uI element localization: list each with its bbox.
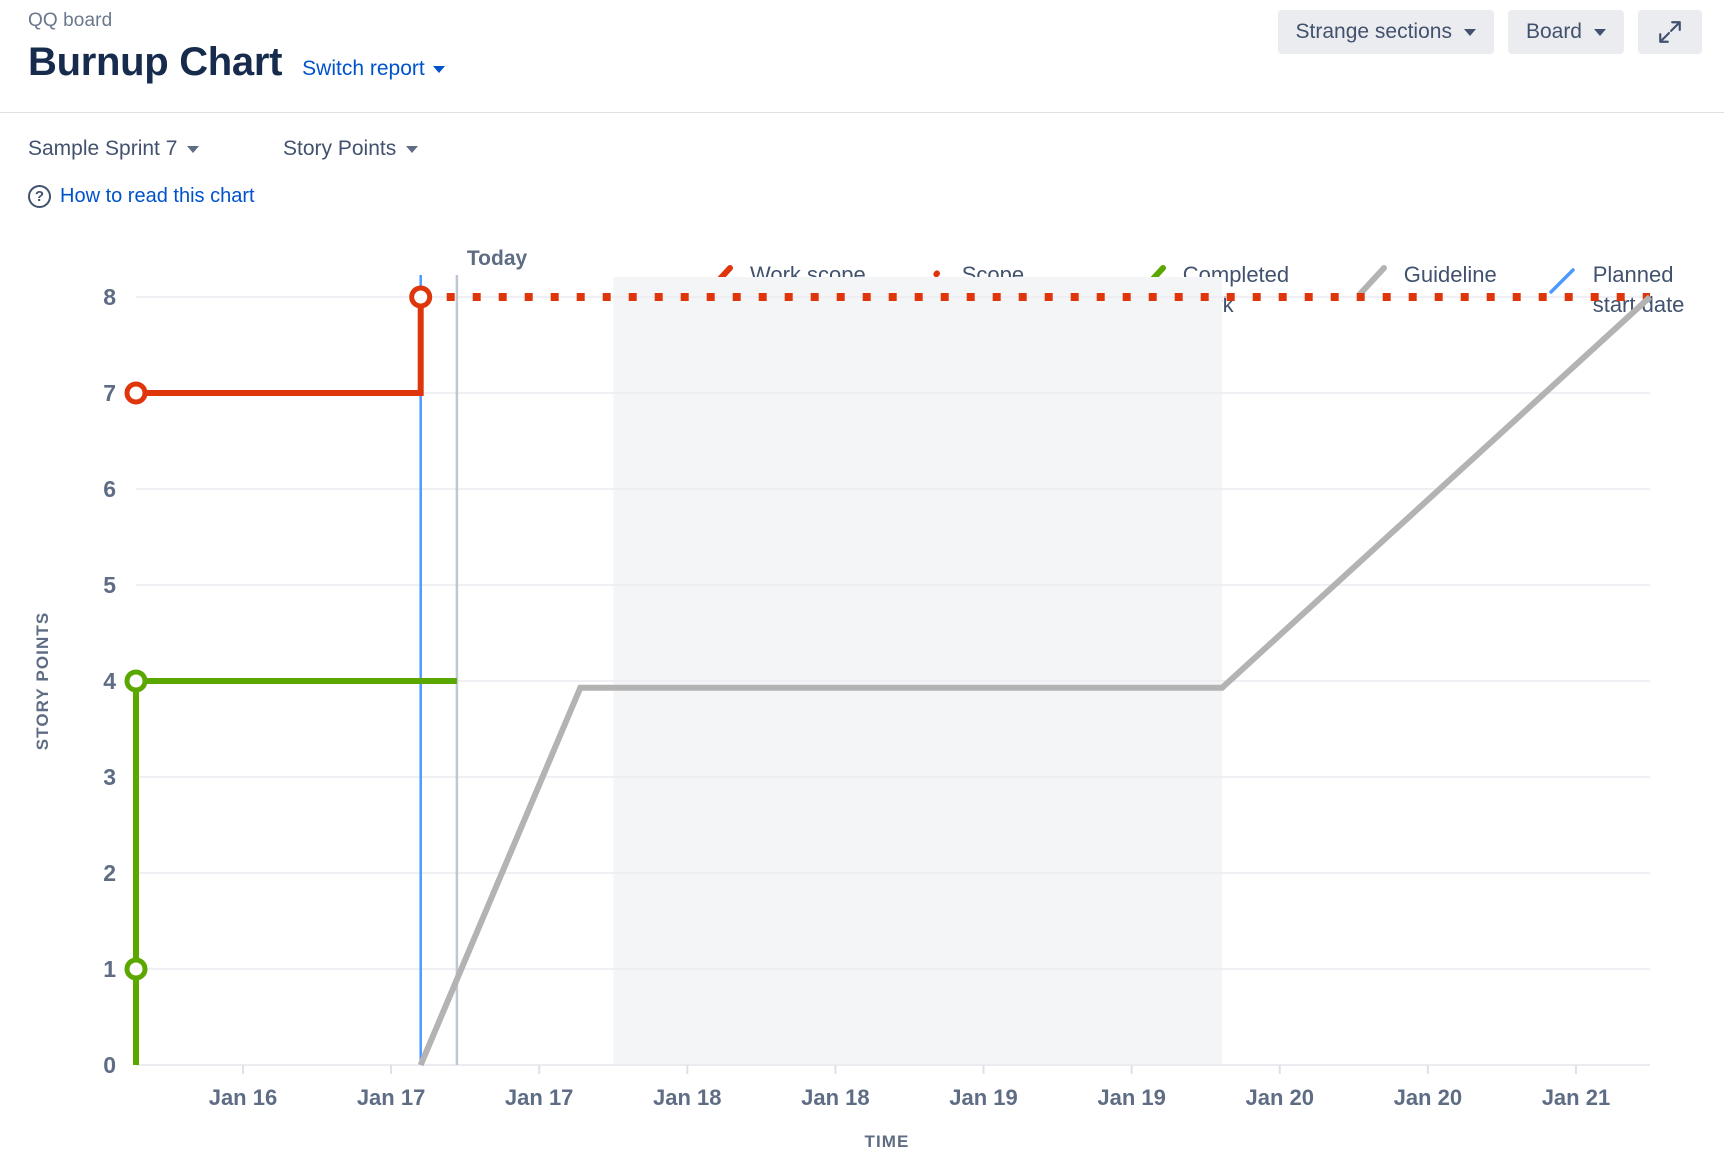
y-tick-label: 4 [103,668,116,694]
question-circle-icon: ? [28,185,51,208]
breadcrumb[interactable]: QQ board [28,10,112,32]
chevron-down-icon [1464,29,1476,36]
chevron-down-icon [406,146,418,153]
expand-icon [1657,19,1683,45]
chevron-down-icon [1594,29,1606,36]
x-tick-label: Jan 18 [653,1085,722,1110]
x-tick-label: Jan 21 [1542,1085,1611,1110]
x-tick-label: Jan 16 [209,1085,278,1110]
today-label: Today [467,247,528,270]
y-tick-label: 0 [103,1052,116,1078]
y-axis-title: STORY POINTS [33,612,52,751]
y-tick-label: 3 [103,764,116,790]
x-tick-label: Jan 17 [357,1085,426,1110]
weekend-band [613,277,1222,1065]
x-axis-title: TIME [864,1132,909,1151]
x-tick-label: Jan 18 [801,1085,870,1110]
x-tick-label: Jan 19 [1097,1085,1166,1110]
strange-sections-label: Strange sections [1296,20,1452,44]
controls-row: Sample Sprint 7 Story Points ? How to re… [0,125,1724,230]
unit-select[interactable]: Story Points [283,137,418,161]
how-to-read-label: How to read this chart [60,185,255,208]
sprint-select-label: Sample Sprint 7 [28,137,177,161]
y-tick-label: 1 [103,956,116,982]
y-tick-label: 6 [103,476,116,502]
unit-select-label: Story Points [283,137,396,161]
page-header: QQ board Burnup Chart Switch report Stra… [0,0,1724,113]
switch-report-label: Switch report [302,57,425,81]
strange-sections-button[interactable]: Strange sections [1278,10,1494,54]
x-tick-label: Jan 19 [949,1085,1018,1110]
y-tick-label: 5 [103,572,116,598]
y-tick-label: 8 [103,284,116,310]
chevron-down-icon [187,146,199,153]
expand-button[interactable] [1638,10,1702,54]
data-point-marker[interactable] [412,288,430,306]
y-tick-label: 2 [103,860,116,886]
data-point-marker[interactable] [127,384,145,402]
chevron-down-icon [433,66,445,73]
x-tick-label: Jan 20 [1394,1085,1463,1110]
y-tick-label: 7 [103,380,116,406]
series-line-work-scope [136,297,421,393]
title-row: Burnup Chart Switch report [28,42,445,82]
header-actions: Strange sections Board [1278,10,1702,54]
board-label: Board [1526,20,1582,44]
chart-svg: 0 1 2 3 4 5 6 7 8 Jan 16 Jan 17 Jan 17 Jan 18 Jan 18 J… [0,232,1724,1174]
sprint-select[interactable]: Sample Sprint 7 [28,137,199,161]
how-to-read-link[interactable]: ? How to read this chart [28,185,255,208]
burnup-chart: 0 1 2 3 4 5 6 7 8 Jan 16 Jan 17 Jan 17 Jan 18 Jan 18 J… [0,232,1724,1174]
board-button[interactable]: Board [1508,10,1624,54]
data-point-marker[interactable] [127,960,145,978]
switch-report-dropdown[interactable]: Switch report [302,57,445,81]
data-point-marker[interactable] [127,672,145,690]
x-tick-label: Jan 20 [1245,1085,1314,1110]
page-title: Burnup Chart [28,42,282,82]
x-tick-label: Jan 17 [505,1085,574,1110]
